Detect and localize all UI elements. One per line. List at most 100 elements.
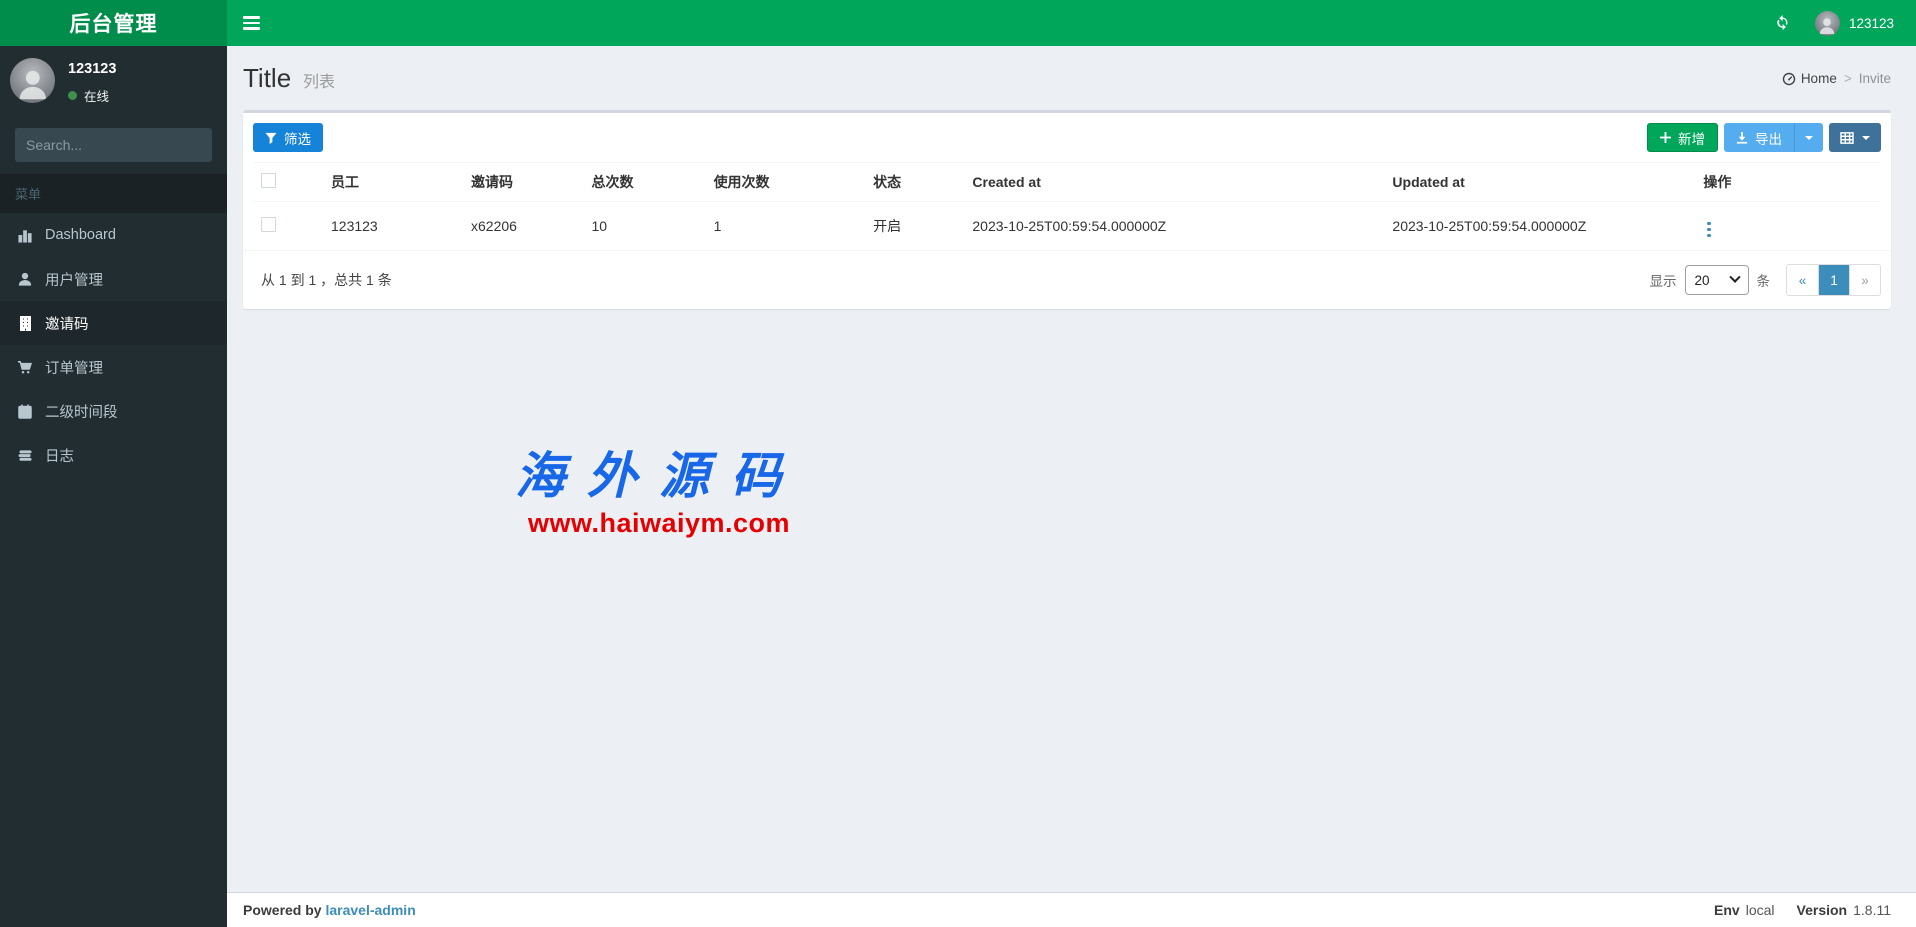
table-grid-icon (1840, 131, 1854, 144)
sidebar-item-time-periods[interactable]: 二级时间段 (0, 389, 227, 433)
cell-used: 1 (705, 201, 866, 250)
per-page-label: 显示 (1649, 274, 1677, 289)
watermark-url: www.haiwaiym.com (527, 508, 791, 538)
breadcrumb-current: Invite (1858, 71, 1891, 86)
create-button[interactable]: 新增 (1647, 123, 1718, 152)
cell-staff: 123123 (323, 201, 463, 250)
content-header: Title 列表 Home > Invite (227, 46, 1916, 102)
refresh-button[interactable] (1775, 15, 1791, 31)
breadcrumb-separator: > (1843, 71, 1852, 86)
refresh-icon (1777, 15, 1788, 31)
navbar-user-menu[interactable]: 123123 (1814, 10, 1894, 36)
online-status-icon (68, 91, 77, 100)
content-area: Title 列表 Home > Invite 筛选 新增 导出 员工 邀请码 总… (227, 46, 1916, 927)
sidebar-item-label: 邀请码 (45, 316, 89, 333)
per-page-control: 显示 20 条 (1649, 265, 1771, 295)
toolbar-right: 新增 导出 (1647, 123, 1881, 152)
watermark-title: 海外源码 (515, 446, 803, 505)
download-icon (1736, 131, 1748, 144)
table-header-row: 员工 邀请码 总次数 使用次数 状态 Created at Updated at… (253, 162, 1881, 202)
navbar-avatar (1814, 10, 1840, 36)
navbar-main: 123123 (227, 0, 1916, 46)
sidebar-item-users[interactable]: 用户管理 (0, 257, 227, 301)
plus-icon (1660, 132, 1671, 143)
row-checkbox[interactable] (261, 217, 276, 232)
grid-toolbar: 筛选 新增 导出 (243, 113, 1891, 162)
cell-created-at: 2023-10-25T00:59:54.000000Z (964, 201, 1385, 250)
sidebar-item-label: 日志 (45, 448, 74, 465)
sidebar-item-orders[interactable]: 订单管理 (0, 345, 227, 389)
version-label: Version (1796, 902, 1848, 918)
cell-code: x62206 (463, 201, 584, 250)
watermark: 海外源码 www.haiwaiym.com (457, 436, 861, 539)
row-actions-button[interactable] (1703, 219, 1715, 241)
hamburger-icon (243, 16, 260, 30)
export-button[interactable]: 导出 (1724, 123, 1794, 152)
breadcrumb: Home > Invite (1782, 71, 1891, 86)
sidebar-username: 123123 (68, 61, 117, 77)
table-row: 123123 x62206 10 1 开启 2023-10-25T00:59:5… (253, 201, 1881, 250)
select-all-checkbox[interactable] (261, 173, 276, 188)
sidebar-item-label: 订单管理 (45, 360, 103, 377)
sidebar-menu: Dashboard 用户管理 邀请码 订单管理 二级时间段 日志 (0, 213, 227, 477)
per-page-unit: 条 (1756, 274, 1771, 289)
export-dropdown-toggle[interactable] (1794, 123, 1823, 152)
page-subtitle: 列表 (303, 74, 336, 91)
cell-status: 开启 (865, 201, 965, 250)
sidebar-item-logs[interactable]: 日志 (0, 433, 227, 477)
column-header-updated: Updated at (1384, 162, 1696, 202)
cell-total: 10 (583, 201, 706, 250)
export-button-group: 导出 (1724, 123, 1823, 152)
filter-button[interactable]: 筛选 (253, 123, 323, 152)
bar-chart-icon (15, 228, 35, 243)
laravel-admin-link[interactable]: laravel-admin (325, 902, 415, 918)
user-status-label: 在线 (84, 90, 110, 104)
breadcrumb-home-link[interactable]: Home (1782, 71, 1837, 86)
sidebar-toggle-button[interactable] (227, 0, 276, 46)
grid-box: 筛选 新增 导出 员工 邀请码 总次数 使用次数 状态 Created at U… (243, 110, 1891, 309)
column-header-created: Created at (964, 162, 1385, 202)
search-input[interactable] (16, 129, 211, 161)
main-footer: Powered by laravel-admin Env local Versi… (227, 892, 1916, 927)
sidebar-item-dashboard[interactable]: Dashboard (0, 213, 227, 257)
cart-icon (15, 360, 35, 375)
column-header-used: 使用次数 (705, 162, 866, 202)
cell-updated-at: 2023-10-25T00:59:54.000000Z (1384, 201, 1696, 250)
powered-by-label: Powered by (243, 902, 322, 918)
column-header-status: 状态 (865, 162, 965, 202)
pagination: « 1 » (1786, 264, 1881, 296)
invite-table: 员工 邀请码 总次数 使用次数 状态 Created at Updated at… (253, 162, 1881, 250)
sidebar: 123123 在线 菜单 (0, 46, 227, 927)
column-header-actions: 操作 (1695, 162, 1881, 202)
log-lines-icon (15, 449, 35, 462)
user-icon (15, 272, 35, 286)
grid-footer: 从 1 到 1 ，总共 1 条 显示 20 条 « 1 » (243, 250, 1891, 309)
pagination-prev[interactable]: « (1787, 265, 1818, 295)
pagination-summary: 从 1 到 1 ，总共 1 条 (261, 272, 392, 288)
sidebar-avatar (10, 58, 55, 103)
user-status: 在线 (68, 86, 116, 105)
per-page-select[interactable]: 20 (1684, 265, 1749, 295)
top-navbar: 后台管理 123123 (0, 0, 1916, 46)
calendar-check-icon (15, 404, 35, 419)
sidebar-item-label: 二级时间段 (45, 404, 118, 421)
pagination-next[interactable]: » (1849, 265, 1880, 295)
sidebar-item-label: Dashboard (45, 227, 116, 243)
menu-section-header: 菜单 (0, 174, 227, 213)
env-value: local (1745, 902, 1775, 918)
column-header-staff: 员工 (323, 162, 463, 202)
pagination-page-1[interactable]: 1 (1818, 265, 1849, 295)
chevron-down-icon (1805, 135, 1813, 140)
app-logo[interactable]: 后台管理 (0, 0, 227, 46)
column-selector-button[interactable] (1829, 123, 1881, 152)
ellipsis-icon (1707, 221, 1711, 225)
sidebar-item-label: 用户管理 (45, 272, 103, 289)
version-value: 1.8.11 (1853, 902, 1891, 918)
navbar-username: 123123 (1848, 15, 1894, 31)
filter-icon (265, 132, 277, 144)
sidebar-search (15, 128, 212, 162)
sidebar-item-invite[interactable]: 邀请码 (0, 301, 227, 345)
chevron-down-icon (1862, 135, 1870, 140)
column-header-code: 邀请码 (463, 162, 584, 202)
sidebar-user-panel: 123123 在线 (0, 46, 227, 119)
